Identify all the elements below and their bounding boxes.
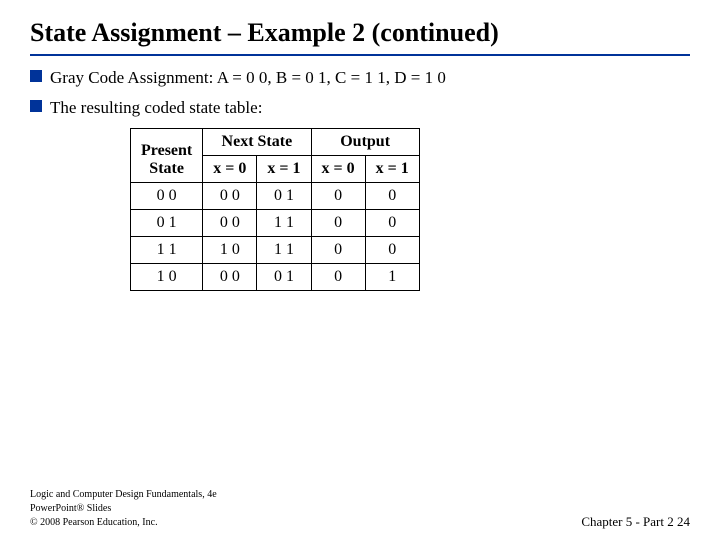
ns-x0-header: x = 0: [203, 155, 257, 182]
ps-cell: 1 1: [131, 236, 203, 263]
present-state-header: PresentState: [131, 128, 203, 182]
ns0-cell: 0 0: [203, 263, 257, 290]
slide-title: State Assignment – Example 2 (continued): [30, 18, 690, 48]
state-table: PresentState Next State Output x = 0 x =…: [130, 128, 420, 291]
footer-book: Logic and Computer Design Fundamentals, …: [30, 489, 217, 500]
ps-cell: 0 1: [131, 209, 203, 236]
table-row: 1 1 1 0 1 1 0 0: [131, 236, 420, 263]
table-row: 1 0 0 0 0 1 0 1: [131, 263, 420, 290]
out-x0-header: x = 0: [311, 155, 365, 182]
out1-cell: 0: [365, 236, 419, 263]
bullet-square-2: [30, 100, 42, 112]
ns-x1-header: x = 1: [257, 155, 311, 182]
out1-cell: 0: [365, 182, 419, 209]
ns1-cell: 0 1: [257, 182, 311, 209]
bullet-text-1: Gray Code Assignment: A = 0 0, B = 0 1, …: [50, 66, 690, 90]
out0-cell: 0: [311, 209, 365, 236]
footer: Logic and Computer Design Fundamentals, …: [30, 488, 217, 530]
out1-cell: 1: [365, 263, 419, 290]
table-header-row-1: PresentState Next State Output: [131, 128, 420, 155]
title-divider: [30, 54, 690, 56]
table-row: 0 1 0 0 1 1 0 0: [131, 209, 420, 236]
out1-cell: 0: [365, 209, 419, 236]
ns1-cell: 1 1: [257, 236, 311, 263]
out0-cell: 0: [311, 263, 365, 290]
bullet-text-2: The resulting coded state table:: [50, 96, 690, 120]
bullet-section: Gray Code Assignment: A = 0 0, B = 0 1, …: [30, 66, 690, 120]
ns0-cell: 0 0: [203, 209, 257, 236]
bullet-item-1: Gray Code Assignment: A = 0 0, B = 0 1, …: [30, 66, 690, 90]
out0-cell: 0: [311, 182, 365, 209]
output-header: Output: [311, 128, 419, 155]
footer-chapter: Chapter 5 - Part 2 24: [581, 514, 690, 530]
state-table-container: PresentState Next State Output x = 0 x =…: [130, 128, 690, 291]
bullet-square-1: [30, 70, 42, 82]
footer-publisher: PowerPoint® Slides: [30, 503, 111, 514]
ns1-cell: 1 1: [257, 209, 311, 236]
out0-cell: 0: [311, 236, 365, 263]
ps-cell: 1 0: [131, 263, 203, 290]
out-x1-header: x = 1: [365, 155, 419, 182]
next-state-header: Next State: [203, 128, 311, 155]
slide: State Assignment – Example 2 (continued)…: [0, 0, 720, 540]
table-row: 0 0 0 0 0 1 0 0: [131, 182, 420, 209]
table-body: 0 0 0 0 0 1 0 0 0 1 0 0 1 1 0 0 1 1 1 0 …: [131, 182, 420, 290]
ns0-cell: 0 0: [203, 182, 257, 209]
footer-copyright: © 2008 Pearson Education, Inc.: [30, 517, 158, 528]
ps-cell: 0 0: [131, 182, 203, 209]
ns1-cell: 0 1: [257, 263, 311, 290]
bullet-item-2: The resulting coded state table:: [30, 96, 690, 120]
ns0-cell: 1 0: [203, 236, 257, 263]
